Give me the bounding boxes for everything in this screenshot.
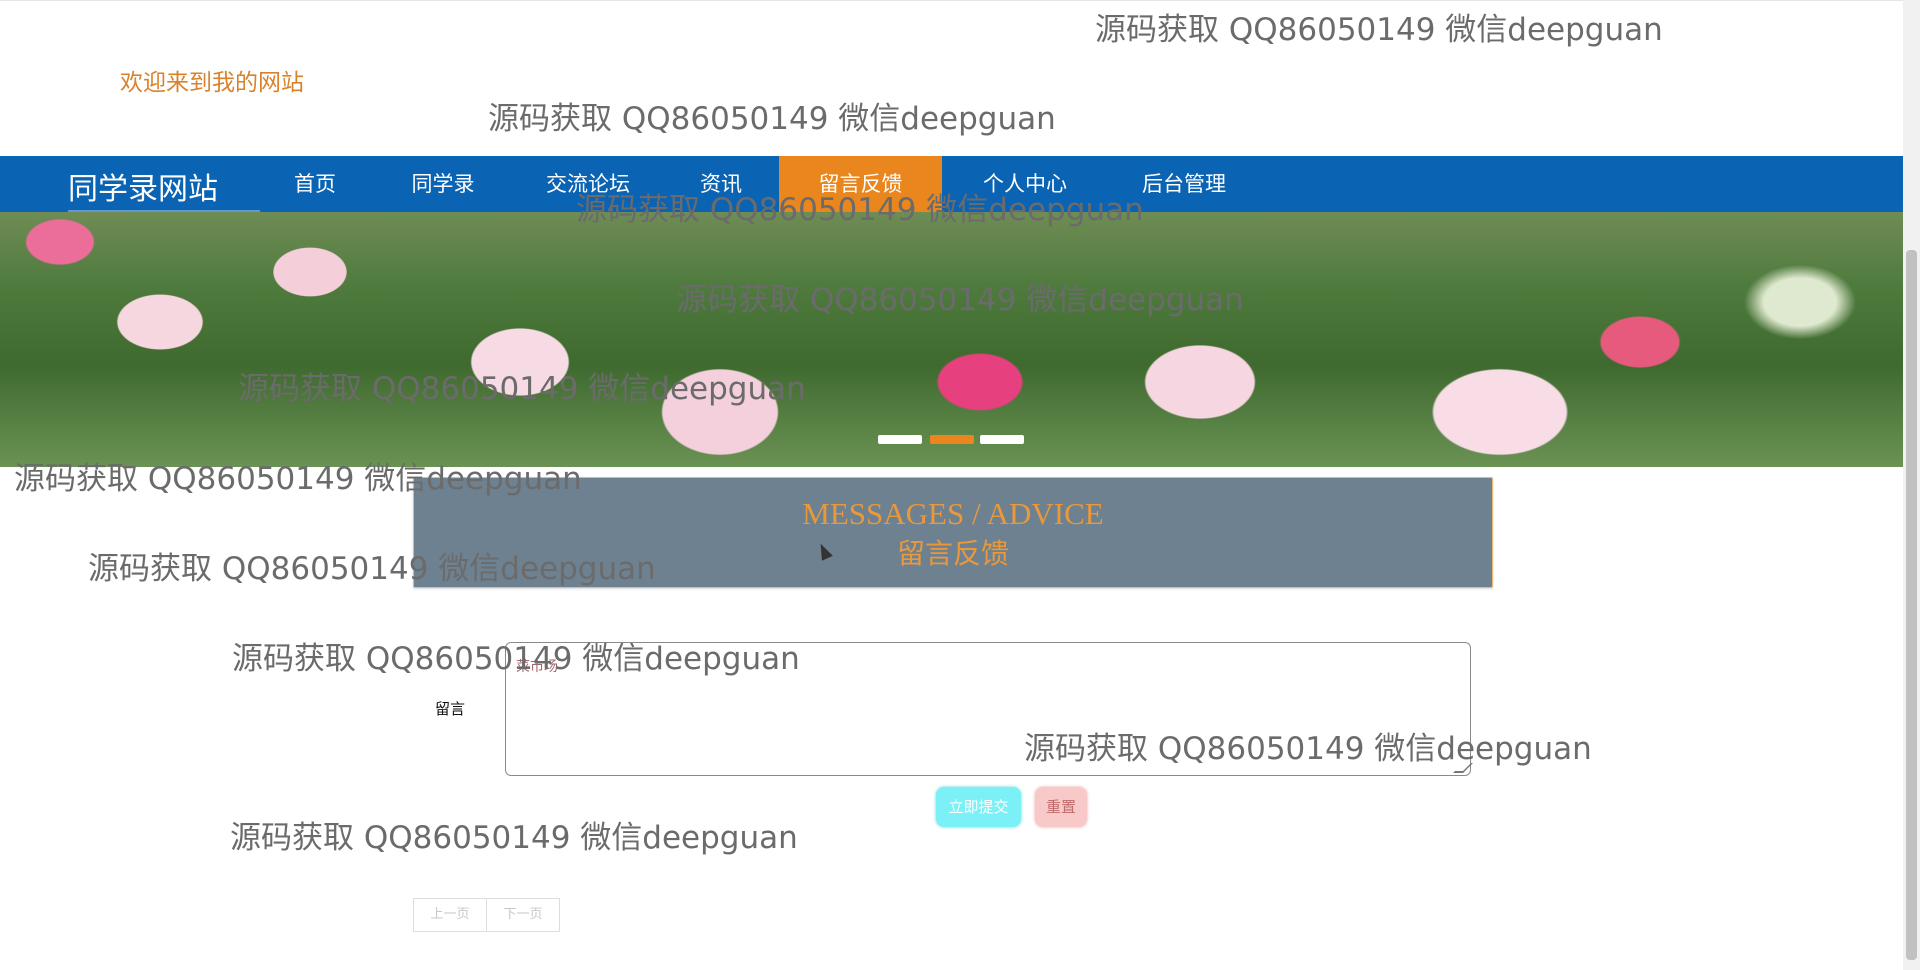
resize-handle-icon[interactable] — [1453, 763, 1473, 773]
watermark: 源码获取 QQ86050149 微信deepguan — [230, 820, 798, 856]
next-page-button[interactable]: 下一页 — [486, 898, 560, 932]
page: 欢迎来到我的网站 同学录网站 首页 同学录 交流论坛 资讯 留言反馈 个人中心 … — [0, 0, 1903, 970]
nav-item-forum[interactable]: 交流论坛 — [528, 156, 648, 212]
welcome-text: 欢迎来到我的网站 — [120, 70, 304, 96]
nav-item-messages[interactable]: 留言反馈 — [779, 156, 942, 212]
message-value: 菜市场 — [516, 659, 558, 675]
main-nav: 同学录网站 首页 同学录 交流论坛 资讯 留言反馈 个人中心 后台管理 — [0, 156, 1903, 212]
nav-item-news[interactable]: 资讯 — [678, 156, 764, 212]
nav-item-classmates[interactable]: 同学录 — [395, 156, 491, 212]
section-header: MESSAGES / ADVICE 留言反馈 — [413, 477, 1493, 588]
site-header: 欢迎来到我的网站 — [0, 0, 1903, 157]
section-title-cn: 留言反馈 — [896, 537, 1009, 570]
scrollbar-thumb[interactable] — [1906, 250, 1917, 960]
nav-item-profile[interactable]: 个人中心 — [965, 156, 1085, 212]
banner-image — [0, 212, 1903, 467]
carousel-dot-1[interactable] — [878, 435, 922, 444]
reset-button[interactable]: 重置 — [1035, 787, 1087, 827]
nav-item-home[interactable]: 首页 — [272, 156, 358, 212]
section-title-en: MESSAGES / ADVICE — [802, 496, 1104, 531]
message-textarea[interactable]: 菜市场 — [505, 642, 1473, 776]
scrollbar[interactable] — [1903, 0, 1920, 970]
carousel-dot-3[interactable] — [980, 435, 1024, 444]
prev-page-button[interactable]: 上一页 — [413, 898, 487, 932]
message-label: 留言 — [435, 700, 466, 718]
carousel-dot-2[interactable] — [930, 435, 974, 444]
nav-item-admin[interactable]: 后台管理 — [1122, 156, 1246, 212]
submit-button[interactable]: 立即提交 — [936, 787, 1021, 827]
brand-title[interactable]: 同学录网站 — [68, 164, 218, 208]
